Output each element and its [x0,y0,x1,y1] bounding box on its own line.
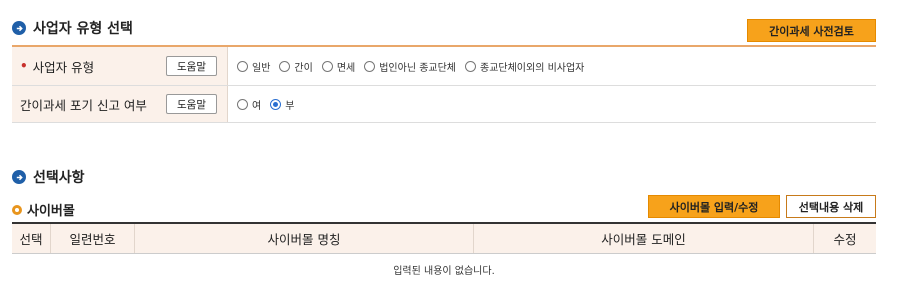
empty-table-message: 입력된 내용이 없습니다. [393,266,495,277]
business-type-option[interactable]: 간이 [279,59,313,74]
radio-label: 여 [252,100,262,112]
form-label-cell: • 사업자 유형 도움말 [12,47,228,85]
simplified-tax-waiver-option[interactable]: 부 [270,97,294,112]
help-button-simplified-tax-waiver[interactable]: 도움말 [166,94,217,114]
simplified-tax-waiver-options: 여부 [228,86,876,122]
form-label-cell: 간이과세 포기 신고 여부 도움말 [12,86,228,122]
cybermall-input-button[interactable]: 사이버몰 입력/수정 [648,195,780,218]
radio-button[interactable] [364,60,376,72]
column-header-mall-domain: 사이버몰 도메인 [474,224,814,253]
table-header: 선택 일련번호 사이버몰 명칭 사이버몰 도메인 수정 [12,224,876,254]
radio-label: 종교단체이외의 비사업자 [480,62,585,74]
simplified-tax-waiver-label: 간이과세 포기 신고 여부 [20,97,147,113]
radio-button[interactable] [237,98,248,110]
bullet-icon [12,204,22,215]
radio-button[interactable] [465,60,476,72]
subsection-title-cybermall: 사이버몰 [12,200,75,219]
radio-label: 법인아닌 종교단체 [379,62,456,74]
arrow-circle-icon [12,21,26,35]
radio-button[interactable] [279,60,291,72]
business-type-option[interactable]: 면세 [321,59,356,74]
radio-button[interactable] [237,60,248,72]
radio-button[interactable] [270,98,282,110]
radio-label: 일반 [252,62,271,74]
arrow-circle-icon [12,170,26,184]
subsection-label: 사이버몰 [27,204,75,219]
section-title-label: 사업자 유형 선택 [33,21,133,37]
help-button-business-type[interactable]: 도움말 [166,56,217,76]
business-type-form: • 사업자 유형 도움말 일반 간이 면세 법인아닌 종교단체 종교단체이외의 비사업자… [12,45,876,123]
radio-label: 면세 [336,62,356,74]
column-header-mall-name: 사이버몰 명칭 [135,224,474,253]
delete-selection-button[interactable]: 선택내용 삭제 [786,195,876,218]
section-title-business-type: 사업자 유형 선택 [12,18,133,38]
precheck-button[interactable]: 간이과세 사전검토 [747,19,876,42]
form-row-business-type: • 사업자 유형 도움말 일반 간이 면세 법인아닌 종교단체 종교단체이외의 비사업자 [12,47,876,86]
radio-label: 간이 [294,62,313,74]
column-header-edit: 수정 [833,232,857,247]
column-header-serial: 일련번호 [51,224,135,253]
business-type-option[interactable]: 종교단체이외의 비사업자 [465,59,584,74]
simplified-tax-waiver-option[interactable]: 여 [237,97,261,112]
section-title-label: 선택사항 [33,170,85,186]
business-type-option[interactable]: 일반 [237,59,270,74]
business-type-label: 사업자 유형 [32,59,95,75]
cybermall-table: 선택 일련번호 사이버몰 명칭 사이버몰 도메인 수정 [12,222,876,254]
column-header-select: 선택 [12,224,51,253]
required-marker: • [20,59,28,73]
form-row-simplified-tax-waiver: 간이과세 포기 신고 여부 도움말 여부 [12,86,876,123]
radio-label: 부 [285,100,295,112]
business-type-option[interactable]: 법인아닌 종교단체 [364,59,456,74]
section-title-options: 선택사항 [12,167,85,187]
business-type-options: 일반 간이 면세 법인아닌 종교단체 종교단체이외의 비사업자 [228,47,876,85]
radio-button[interactable] [321,60,333,72]
